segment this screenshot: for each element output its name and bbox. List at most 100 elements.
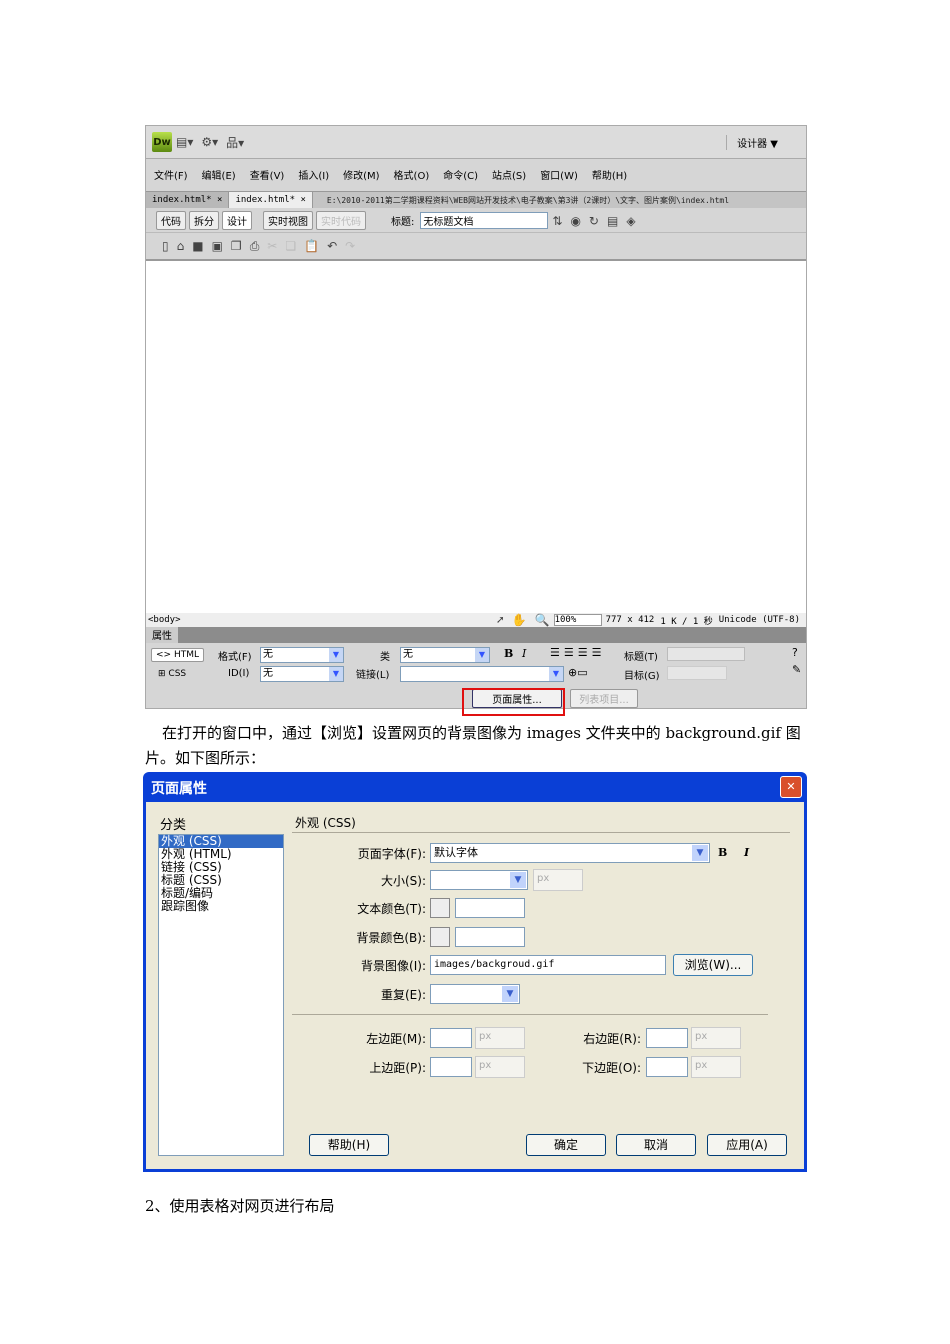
bold-button[interactable]: B xyxy=(504,647,513,660)
apply-button[interactable]: 应用(A) xyxy=(707,1134,787,1156)
top-margin-input[interactable] xyxy=(430,1057,472,1077)
open-icon[interactable]: ⌂ xyxy=(177,239,185,253)
download-size: 1 K / 1 秒 xyxy=(660,616,713,627)
live-view-button[interactable]: 实时视图 xyxy=(263,211,313,230)
bottom-margin-unit[interactable]: px xyxy=(691,1056,741,1078)
chevron-down-icon: ▼ xyxy=(510,872,526,888)
layout-icon[interactable]: ▤▾ xyxy=(176,135,193,149)
site-icon[interactable]: 品▾ xyxy=(226,134,244,151)
select-tool-icon[interactable]: ➚ xyxy=(496,613,503,627)
new-file-icon[interactable]: ▯ xyxy=(162,239,169,253)
size-select[interactable]: ▼ xyxy=(430,870,528,890)
top-margin-unit[interactable]: px xyxy=(475,1056,525,1078)
size-unit-select[interactable]: px xyxy=(533,869,583,891)
chevron-down-icon: ▼ xyxy=(329,667,343,681)
id-select[interactable]: 无 ▼ xyxy=(260,666,344,682)
design-canvas[interactable] xyxy=(146,259,806,613)
format-select[interactable]: 无 ▼ xyxy=(260,647,344,663)
undo-icon[interactable]: ↶ xyxy=(327,239,337,253)
left-margin-unit[interactable]: px xyxy=(475,1027,525,1049)
menu-window[interactable]: 窗口(W) xyxy=(540,167,578,182)
menu-view[interactable]: 查看(V) xyxy=(250,167,285,182)
redo-icon[interactable]: ↷ xyxy=(345,239,355,253)
right-margin-input[interactable] xyxy=(646,1028,688,1048)
link-input[interactable]: ▼ xyxy=(400,666,564,682)
browse-button[interactable]: 浏览(W)... xyxy=(673,954,753,976)
refresh-icon[interactable]: ↻ xyxy=(589,214,599,228)
tab-index-2[interactable]: index.html* × xyxy=(229,192,313,208)
close-button[interactable]: ✕ xyxy=(780,776,802,798)
italic-button[interactable]: I xyxy=(744,846,749,859)
save-all-icon[interactable]: ❐ xyxy=(231,239,242,253)
hand-tool-icon[interactable]: ✋ xyxy=(512,613,527,627)
class-label: 类 xyxy=(380,652,390,663)
right-margin-unit[interactable]: px xyxy=(691,1027,741,1049)
bold-button[interactable]: B xyxy=(718,846,727,859)
preview-browser-icon[interactable]: ◉ xyxy=(570,214,580,228)
category-item[interactable]: 跟踪图像 xyxy=(159,900,283,913)
tag-selector[interactable]: <body> xyxy=(148,615,181,625)
menu-modify[interactable]: 修改(M) xyxy=(343,167,379,182)
menu-help[interactable]: 帮助(H) xyxy=(592,167,627,182)
target-select[interactable] xyxy=(667,666,727,680)
workspace-switcher[interactable]: 设计器 ▼ xyxy=(726,134,778,150)
help-icon[interactable]: ? xyxy=(792,646,798,659)
title-input[interactable]: 无标题文档 xyxy=(420,212,549,229)
highlight-box xyxy=(462,688,565,716)
save-icon[interactable]: ▣ xyxy=(212,239,223,253)
zoom-tool-icon[interactable]: 🔍 xyxy=(535,613,550,627)
bottom-margin-input[interactable] xyxy=(646,1057,688,1077)
cancel-button[interactable]: 取消 xyxy=(616,1134,696,1156)
list-item-button[interactable]: 列表项目... xyxy=(570,689,638,708)
properties-tab[interactable]: 属性 xyxy=(146,627,178,643)
css-mode-button[interactable]: ⊞ CSS xyxy=(158,669,186,679)
paste-icon[interactable]: 📋 xyxy=(304,239,319,253)
bg-color-input[interactable] xyxy=(455,927,525,947)
text-color-input[interactable] xyxy=(455,898,525,918)
design-view-button[interactable]: 设计 xyxy=(222,211,252,230)
window-size[interactable]: 777 x 412 xyxy=(606,615,655,625)
tab-index-1[interactable]: index.html* × xyxy=(146,192,230,208)
point-to-file-icon[interactable]: ⊕▭ xyxy=(568,666,588,679)
menu-edit[interactable]: 编辑(E) xyxy=(202,167,236,182)
split-view-button[interactable]: 拆分 xyxy=(189,211,219,230)
divider xyxy=(292,1014,768,1015)
bg-image-input[interactable]: images/backgroud.gif xyxy=(430,955,666,975)
font-label: 页面字体(F): xyxy=(357,847,426,861)
text-color-picker[interactable] xyxy=(430,898,450,918)
left-margin-input[interactable] xyxy=(430,1028,472,1048)
dialog-body: 分类 外观 (CSS) 外观 (HTML) 链接 (CSS) 标题 (CSS) … xyxy=(146,802,804,1169)
file-management-icon[interactable]: ⇅ xyxy=(552,214,562,228)
menu-insert[interactable]: 插入(I) xyxy=(298,167,329,182)
list-indent-icons[interactable]: ☰☰☰☰ xyxy=(550,646,605,659)
repeat-select[interactable]: ▼ xyxy=(430,984,520,1004)
zoom-select[interactable]: 100% xyxy=(553,614,602,626)
visual-aids-icon[interactable]: ◈ xyxy=(626,214,635,228)
print-icon[interactable]: ⎙ xyxy=(250,239,260,254)
code-view-button[interactable]: 代码 xyxy=(156,211,186,230)
copy-icon[interactable]: ❏ xyxy=(285,239,296,253)
section-title: 外观 (CSS) xyxy=(295,816,356,830)
italic-button[interactable]: I xyxy=(522,647,526,660)
menu-site[interactable]: 站点(S) xyxy=(492,167,526,182)
font-select[interactable]: 默认字体 ▼ xyxy=(430,843,710,863)
menu-commands[interactable]: 命令(C) xyxy=(443,167,478,182)
browse-bridge-icon[interactable]: ■ xyxy=(192,239,203,253)
view-options-icon[interactable]: ▤ xyxy=(607,214,618,228)
html-mode-button[interactable]: <> HTML xyxy=(151,648,204,662)
title-attr-input[interactable] xyxy=(667,647,745,661)
bg-color-picker[interactable] xyxy=(430,927,450,947)
left-margin-label: 左边距(M): xyxy=(366,1032,426,1046)
chevron-down-icon: ▼ xyxy=(692,845,708,861)
live-code-button[interactable]: 实时代码 xyxy=(316,211,366,230)
chevron-down-icon: ▼ xyxy=(475,648,489,662)
quick-tag-editor-icon[interactable]: ✎ xyxy=(792,663,801,676)
menu-format[interactable]: 格式(O) xyxy=(394,167,430,182)
menu-file[interactable]: 文件(F) xyxy=(154,167,188,182)
gear-icon[interactable]: ⚙▾ xyxy=(201,135,218,149)
font-value: 默认字体 xyxy=(434,846,478,859)
cut-icon[interactable]: ✂ xyxy=(267,239,277,253)
ok-button[interactable]: 确定 xyxy=(526,1134,606,1156)
class-select[interactable]: 无 ▼ xyxy=(400,647,490,663)
help-button[interactable]: 帮助(H) xyxy=(309,1134,389,1156)
